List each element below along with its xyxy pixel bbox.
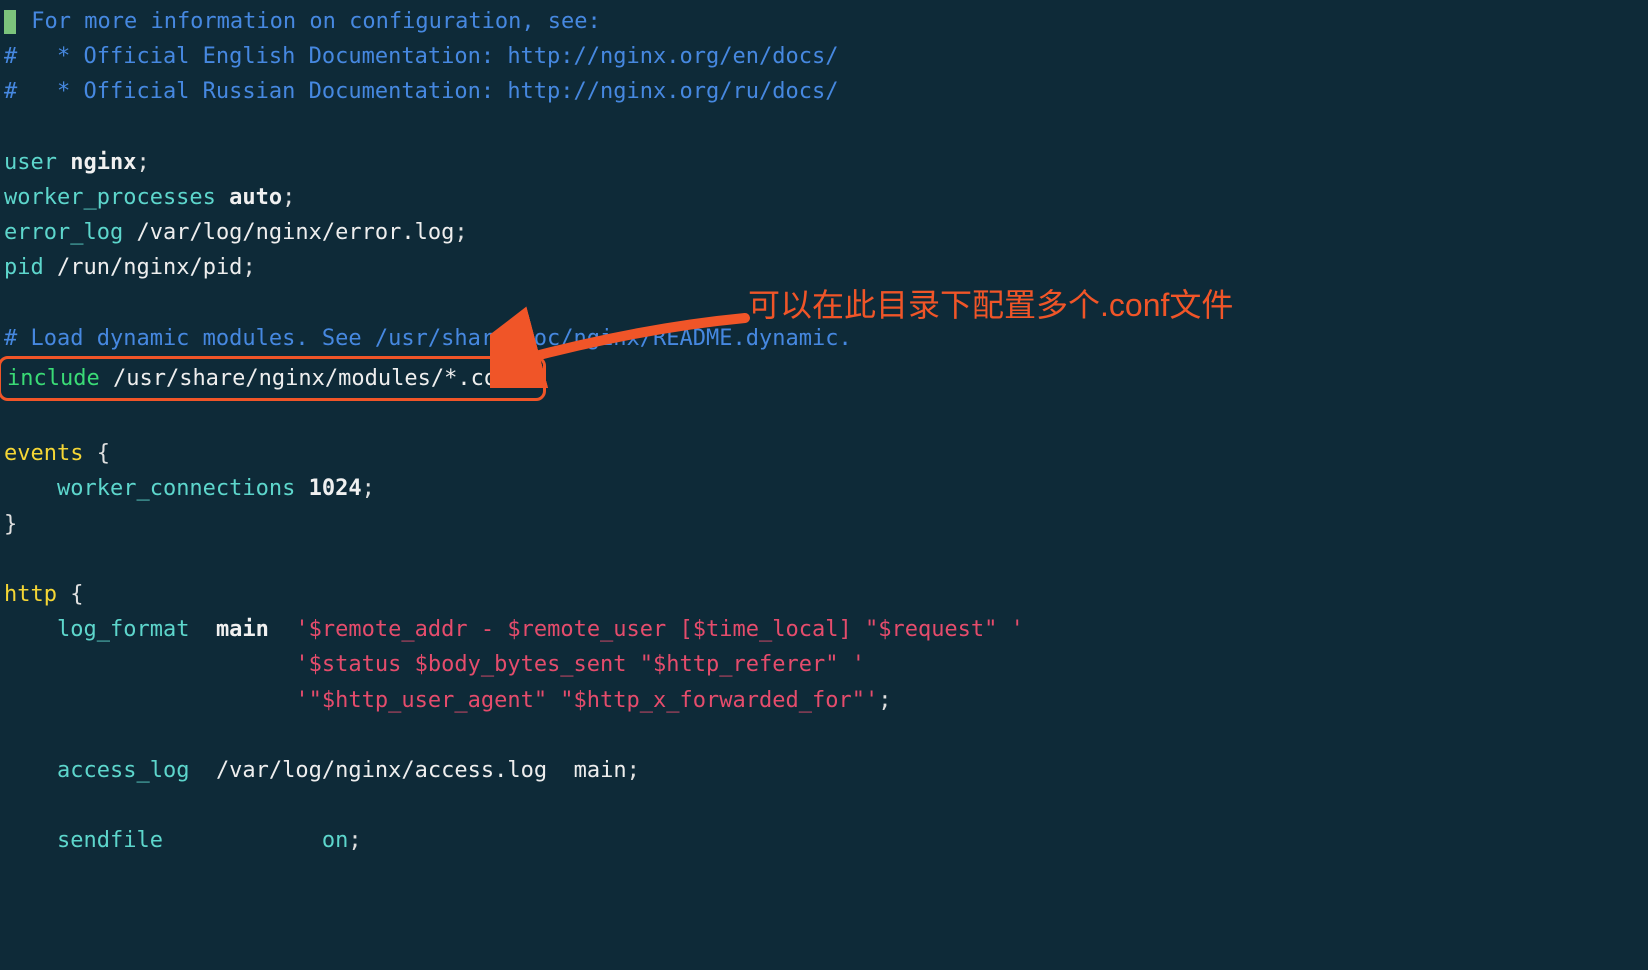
- directive-key: error_log: [4, 220, 123, 245]
- punct: ;: [454, 220, 467, 245]
- cursor-indicator: [4, 10, 16, 34]
- directive-value: on: [322, 828, 349, 853]
- directive-value: auto: [229, 185, 282, 210]
- directive-value: /var/log/nginx/error.log: [136, 220, 454, 245]
- directive-value: /var/log/nginx/access.log: [216, 758, 547, 783]
- brace: }: [4, 512, 17, 537]
- block-key: events: [4, 441, 83, 466]
- punct: ;: [878, 688, 891, 713]
- directive-key: user: [4, 150, 57, 175]
- code-editor[interactable]: For more information on configuration, s…: [4, 4, 1644, 859]
- comment-line: For more information on configuration, s…: [18, 9, 601, 34]
- punct: ;: [136, 150, 149, 175]
- highlighted-include-line: include /usr/share/nginx/modules/*.conf;: [0, 356, 546, 401]
- brace: {: [97, 441, 110, 466]
- log-format-string: '$status $body_bytes_sent "$http_referer…: [295, 652, 865, 677]
- access-log-format: main: [574, 758, 627, 783]
- directive-key: access_log: [57, 758, 189, 783]
- directive-value: /usr/share/nginx/modules/*.conf: [113, 366, 524, 391]
- directive-key: pid: [4, 255, 44, 280]
- comment-line: # Load dynamic modules. See /usr/share/d…: [4, 326, 852, 351]
- directive-value: 1024: [309, 476, 362, 501]
- block-key: http: [4, 582, 57, 607]
- log-format-string: '$remote_addr - $remote_user [$time_loca…: [295, 617, 1023, 642]
- punct: ;: [362, 476, 375, 501]
- directive-key: sendfile: [57, 828, 163, 853]
- punct: ;: [282, 185, 295, 210]
- comment-line: # * Official Russian Documentation: http…: [4, 79, 838, 104]
- annotation-label: 可以在此目录下配置多个.conf文件: [748, 280, 1233, 331]
- directive-key: worker_processes: [4, 185, 216, 210]
- brace: {: [70, 582, 83, 607]
- directive-key: include: [7, 366, 100, 391]
- directive-key: worker_connections: [57, 476, 295, 501]
- punct: ;: [524, 366, 537, 391]
- directive-key: log_format: [57, 617, 189, 642]
- comment-line: # * Official English Documentation: http…: [4, 44, 838, 69]
- punct: ;: [627, 758, 640, 783]
- log-format-string: '"$http_user_agent" "$http_x_forwarded_f…: [295, 688, 878, 713]
- directive-value: nginx: [70, 150, 136, 175]
- directive-value: /run/nginx/pid: [57, 255, 242, 280]
- punct: ;: [348, 828, 361, 853]
- log-format-name: main: [216, 617, 269, 642]
- punct: ;: [242, 255, 255, 280]
